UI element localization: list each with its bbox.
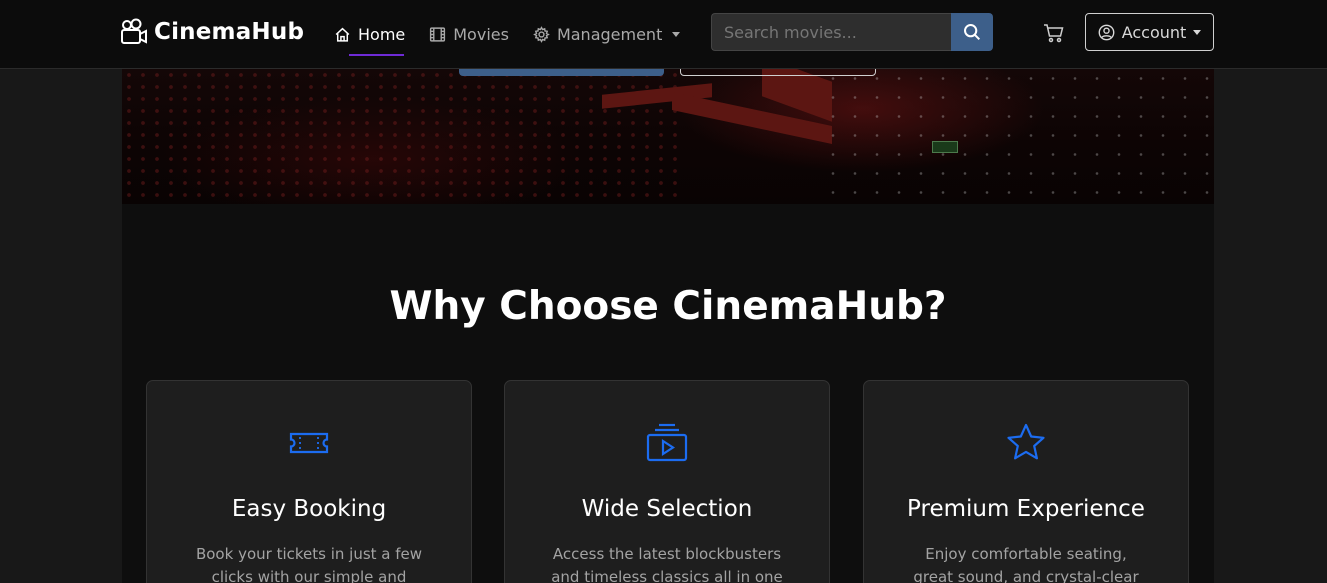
ticket-icon <box>147 423 471 463</box>
search-form <box>711 13 993 51</box>
feature-card-text: Book your tickets in just a few clicks w… <box>195 545 423 583</box>
feature-card-title: Premium Experience <box>907 496 1145 522</box>
features-section: Why Choose CinemaHub? Easy Booking Book … <box>122 204 1214 583</box>
nav-movies[interactable]: Movies <box>429 0 521 69</box>
hero-secondary-button[interactable] <box>680 69 876 76</box>
film-camera-icon <box>120 18 148 46</box>
hero-primary-button[interactable] <box>459 69 664 76</box>
search-icon <box>963 23 981 41</box>
feature-card-title: Easy Booking <box>231 496 387 522</box>
feature-card-wide-selection: Wide Selection Access the latest blockbu… <box>504 380 830 583</box>
navbar: CinemaHub Home Movies Management Search … <box>0 0 1327 69</box>
hero-banner <box>122 69 1214 204</box>
collection-play-icon <box>505 423 829 463</box>
brand-name: CinemaHub <box>154 19 305 45</box>
cart-icon[interactable] <box>1042 21 1066 45</box>
nav-home[interactable]: Home <box>334 0 417 69</box>
chevron-down-icon <box>672 32 681 37</box>
user-circle-icon <box>1098 24 1115 41</box>
nav-movies-label: Movies <box>453 25 509 44</box>
account-dropdown-button[interactable]: Account <box>1085 13 1214 51</box>
feature-card-text: Enjoy comfortable seating, great sound, … <box>913 545 1139 583</box>
chevron-down-icon <box>1193 29 1202 35</box>
house-icon <box>334 26 351 43</box>
nav-home-label: Home <box>358 25 406 44</box>
feature-card-text: Access the latest blockbusters and timel… <box>551 545 783 583</box>
hero-exit-sign <box>932 141 958 153</box>
search-input[interactable] <box>711 13 951 51</box>
hero-seats-pattern <box>122 69 682 204</box>
film-icon <box>429 26 446 43</box>
nav-management-dropdown[interactable]: Management <box>533 0 692 69</box>
features-title: Why Choose CinemaHub? <box>389 284 947 329</box>
hero-ceiling-lights <box>822 69 1214 204</box>
star-icon <box>864 423 1188 463</box>
feature-card-easy-booking: Easy Booking Book your tickets in just a… <box>146 380 472 583</box>
search-button[interactable] <box>951 13 993 51</box>
gear-icon <box>533 26 550 43</box>
brand-logo-link[interactable]: CinemaHub <box>120 16 304 48</box>
nav-links: Home Movies Management <box>334 0 704 69</box>
account-label: Account <box>1121 22 1187 42</box>
nav-management-label: Management <box>556 25 663 44</box>
feature-card-title: Wide Selection <box>581 496 753 522</box>
feature-card-premium-experience: Premium Experience Enjoy comfortable sea… <box>863 380 1189 583</box>
